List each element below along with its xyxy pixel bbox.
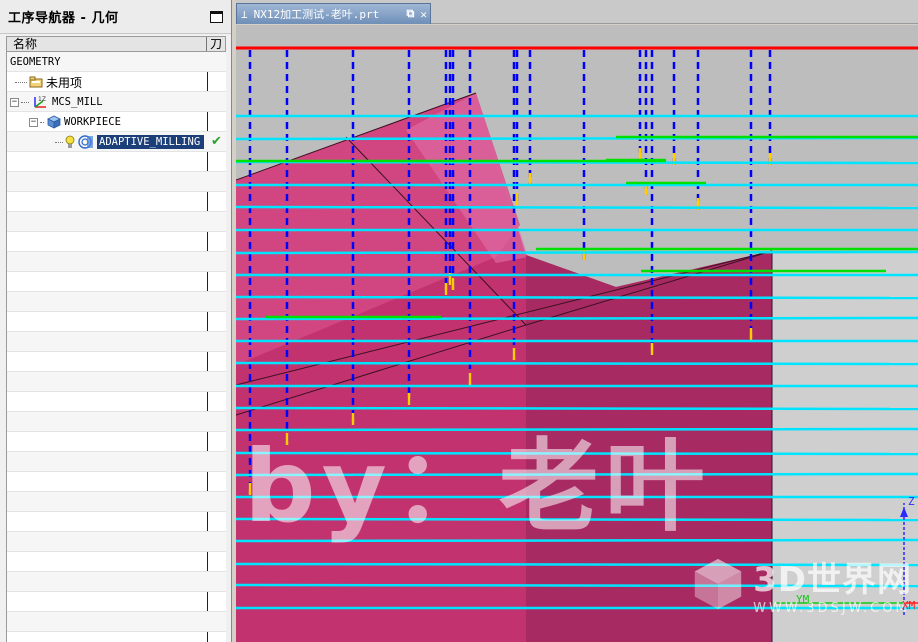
folder-icon xyxy=(29,76,43,88)
tree-row-empty xyxy=(7,512,226,532)
tree-row-empty xyxy=(7,472,226,492)
document-tab-title: NX12加工测试-老叶.prt xyxy=(253,8,380,21)
tree-row-empty xyxy=(7,212,226,232)
cut-pass-line xyxy=(236,361,918,366)
tree-row-mcs-mill[interactable]: − 1Z MCS_MILL xyxy=(7,92,226,112)
tree-connector xyxy=(40,121,44,123)
tree-row-empty xyxy=(7,452,226,472)
cut-pass-line xyxy=(236,295,918,300)
tree-label-workpiece: WORKPIECE xyxy=(64,116,121,128)
cut-pass-line xyxy=(236,583,918,588)
close-icon[interactable]: ✕ xyxy=(420,8,427,21)
cut-pass-line xyxy=(236,205,918,210)
nx-cam-window: 工序导航器 - 几何 名称 刀 GEOMETRY 未用项 − 1Z MCS_MI… xyxy=(0,0,918,642)
tree-row-empty xyxy=(7,432,226,452)
lightbulb-icon xyxy=(65,135,75,148)
cut-pass-line xyxy=(236,406,918,411)
navigator-title: 工序导航器 - 几何 xyxy=(8,11,119,26)
navigator-header: 工序导航器 - 几何 xyxy=(0,0,231,34)
part-right-block xyxy=(772,251,918,642)
tree-row-empty xyxy=(7,272,226,292)
collapse-icon[interactable]: − xyxy=(29,117,38,127)
axis-label-z: Z xyxy=(908,495,915,508)
collapse-icon[interactable]: − xyxy=(10,97,19,107)
tree-row-workpiece[interactable]: − WORKPIECE xyxy=(7,112,226,132)
axis-label-xm: XM xyxy=(902,599,916,612)
cut-pass-line xyxy=(236,427,918,432)
svg-text:1Z: 1Z xyxy=(38,96,46,103)
tree-row-empty xyxy=(7,332,226,352)
cut-pass-line xyxy=(236,250,918,255)
tree-label-geometry: GEOMETRY xyxy=(10,56,61,68)
tree-connector xyxy=(15,81,27,83)
operation-navigator: 工序导航器 - 几何 名称 刀 GEOMETRY 未用项 − 1Z MCS_MI… xyxy=(0,0,232,642)
tree-row-empty xyxy=(7,252,226,272)
cut-pass-line xyxy=(236,562,918,567)
tree-row-empty xyxy=(7,392,226,412)
cut-pass-line xyxy=(236,517,918,522)
workpiece-icon xyxy=(47,115,61,129)
document-tab-strip: ⊥ NX12加工测试-老叶.prt ⧉ ✕ xyxy=(236,0,918,24)
tree-row-empty xyxy=(7,592,226,612)
adaptive-milling-operation-icon xyxy=(78,135,93,149)
column-header-name[interactable]: 名称 xyxy=(7,37,207,51)
navigator-tree: GEOMETRY 未用项 − 1Z MCS_MILL − WORKPIECE A… xyxy=(6,52,226,642)
tree-row-empty xyxy=(7,612,226,632)
navigator-column-headers: 名称 刀 xyxy=(6,36,226,52)
tree-row-empty xyxy=(7,492,226,512)
tree-row-unused[interactable]: 未用项 xyxy=(7,72,226,92)
tree-row-empty xyxy=(7,552,226,572)
document-tab[interactable]: ⊥ NX12加工测试-老叶.prt ⧉ ✕ xyxy=(236,3,431,24)
coordinate-system-icon: 1Z xyxy=(34,96,46,108)
tree-connector xyxy=(21,101,29,103)
tree-row-adaptive-milling[interactable]: ADAPTIVE_MILLING ✔ xyxy=(7,132,226,152)
axis-label-ym: YM xyxy=(796,593,810,606)
tree-row-empty xyxy=(7,292,226,312)
maximize-button[interactable] xyxy=(210,10,223,23)
column-header-tool[interactable]: 刀 xyxy=(207,37,225,51)
part-right-face xyxy=(526,251,772,642)
tree-row-empty xyxy=(7,572,226,592)
tree-row-empty xyxy=(7,412,226,432)
tree-row-empty xyxy=(7,232,226,252)
float-window-icon[interactable]: ⧉ xyxy=(407,7,415,21)
tree-label-adaptive-milling: ADAPTIVE_MILLING xyxy=(97,135,205,149)
tree-label-mcs-mill: MCS_MILL xyxy=(52,96,103,108)
tree-row-empty xyxy=(7,532,226,552)
cut-pass-line xyxy=(236,538,918,543)
tree-row-empty xyxy=(7,192,226,212)
pin-icon[interactable]: ⊥ xyxy=(241,8,248,21)
tree-row-empty xyxy=(7,372,226,392)
tree-row-empty xyxy=(7,352,226,372)
status-complete-icon: ✔ xyxy=(211,134,222,149)
cut-pass-line xyxy=(236,472,918,477)
toolpath-scene[interactable] xyxy=(236,25,918,642)
cut-pass-line xyxy=(236,451,918,456)
tree-connector xyxy=(55,141,63,143)
tree-row-empty xyxy=(7,312,226,332)
tree-row-empty xyxy=(7,172,226,192)
tree-label-unused: 未用项 xyxy=(46,75,83,90)
tree-row-empty xyxy=(7,152,226,172)
tree-row-geometry[interactable]: GEOMETRY xyxy=(7,52,226,72)
graphics-viewport[interactable]: by：老叶 3D世界网 WWW.3DSJW.COM YM Z XM xyxy=(236,25,918,642)
